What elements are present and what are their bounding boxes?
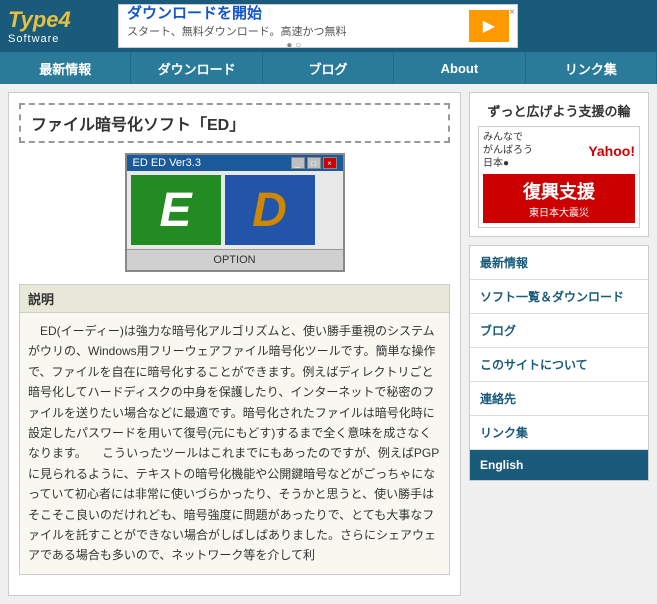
- sidebar-nav-blog[interactable]: ブログ: [470, 314, 648, 348]
- logo-type: Type: [8, 9, 59, 31]
- logo-num: 4: [59, 7, 71, 33]
- sidebar-nav-links[interactable]: リンク集: [470, 416, 648, 450]
- description-body: ED(イーディー)は強力な暗号化アルゴリズムと、使い勝手重視のシステムがウリの、…: [20, 313, 449, 574]
- ed-option-bar[interactable]: OPTION: [127, 249, 343, 270]
- ed-close-button[interactable]: ×: [323, 157, 337, 169]
- sidebar-nav-contact[interactable]: 連絡先: [470, 382, 648, 416]
- ad-title: ダウンロードを開始: [127, 4, 461, 23]
- nav-item-blog[interactable]: ブログ: [263, 52, 394, 84]
- sidebar-nav-english[interactable]: English: [470, 450, 648, 480]
- yahoo-top: みんなで がんばろう 日本● Yahoo!: [483, 131, 635, 170]
- support-title: ずっと広げよう支援の輪: [478, 101, 640, 120]
- nav-item-download[interactable]: ダウンロード: [131, 52, 262, 84]
- main-layout: ファイル暗号化ソフト「ED」 ED ED Ver3.3 _ □ × E D: [0, 84, 657, 604]
- ed-titlebar: ED ED Ver3.3 _ □ ×: [127, 155, 343, 171]
- ed-e-letter: E: [159, 183, 191, 238]
- right-sidebar: ずっと広げよう支援の輪 みんなで がんばろう 日本● Yahoo! 復興支援 東…: [469, 92, 649, 596]
- ad-button[interactable]: ▶: [469, 10, 509, 42]
- description-title: 説明: [20, 285, 449, 313]
- ed-body: E D: [127, 171, 343, 249]
- description-section: 説明 ED(イーディー)は強力な暗号化アルゴリズムと、使い勝手重視のシステムがウ…: [19, 284, 450, 575]
- sidebar-nav-download[interactable]: ソフト一覧＆ダウンロード: [470, 280, 648, 314]
- fukko-box: 復興支援 東日本大震災: [483, 174, 635, 223]
- ad-dots: ● ○: [127, 40, 461, 49]
- sidebar-nav: 最新情報 ソフト一覧＆ダウンロード ブログ このサイトについて 連絡先 リンク集…: [469, 245, 649, 481]
- main-nav: 最新情報 ダウンロード ブログ About リンク集: [0, 52, 657, 84]
- ed-maximize-button[interactable]: □: [307, 157, 321, 169]
- ed-d-panel: D: [225, 175, 315, 245]
- nav-item-about[interactable]: About: [394, 52, 525, 84]
- ed-e-panel: E: [131, 175, 221, 245]
- ed-software-window: ED ED Ver3.3 _ □ × E D OPTION: [125, 153, 345, 272]
- yahoo-badge: みんなで がんばろう 日本● Yahoo! 復興支援 東日本大震災: [478, 126, 640, 228]
- nav-item-links[interactable]: リンク集: [526, 52, 657, 84]
- nav-item-news[interactable]: 最新情報: [0, 52, 131, 84]
- fukko-sub: 東日本大震災: [487, 204, 631, 219]
- header: Type 4 Software ダウンロードを開始 スタート、無料ダウンロード。…: [0, 0, 657, 52]
- ad-subtitle: スタート、無料ダウンロード。高速かつ無料: [127, 23, 461, 39]
- support-box: ずっと広げよう支援の輪 みんなで がんばろう 日本● Yahoo! 復興支援 東…: [469, 92, 649, 237]
- site-logo: Type 4 Software: [8, 4, 108, 48]
- ed-d-letter: D: [252, 183, 287, 238]
- ganbare-text: みんなで がんばろう 日本●: [483, 131, 533, 170]
- ed-minimize-button[interactable]: _: [291, 157, 305, 169]
- fukko-main: 復興支援: [487, 178, 631, 204]
- page-title: ファイル暗号化ソフト「ED」: [31, 117, 245, 134]
- ed-window-title: ED ED Ver3.3: [133, 157, 201, 169]
- ed-window-controls: _ □ ×: [291, 157, 337, 169]
- sidebar-nav-about[interactable]: このサイトについて: [470, 348, 648, 382]
- ad-close-button[interactable]: ×: [509, 7, 515, 18]
- left-content: ファイル暗号化ソフト「ED」 ED ED Ver3.3 _ □ × E D: [8, 92, 461, 596]
- yahoo-brand: Yahoo!: [588, 143, 635, 159]
- page-title-box: ファイル暗号化ソフト「ED」: [19, 103, 450, 143]
- ad-banner: ダウンロードを開始 スタート、無料ダウンロード。高速かつ無料 ● ○ ▶ ×: [118, 4, 518, 48]
- sidebar-nav-news[interactable]: 最新情報: [470, 246, 648, 280]
- logo-software: Software: [8, 33, 108, 45]
